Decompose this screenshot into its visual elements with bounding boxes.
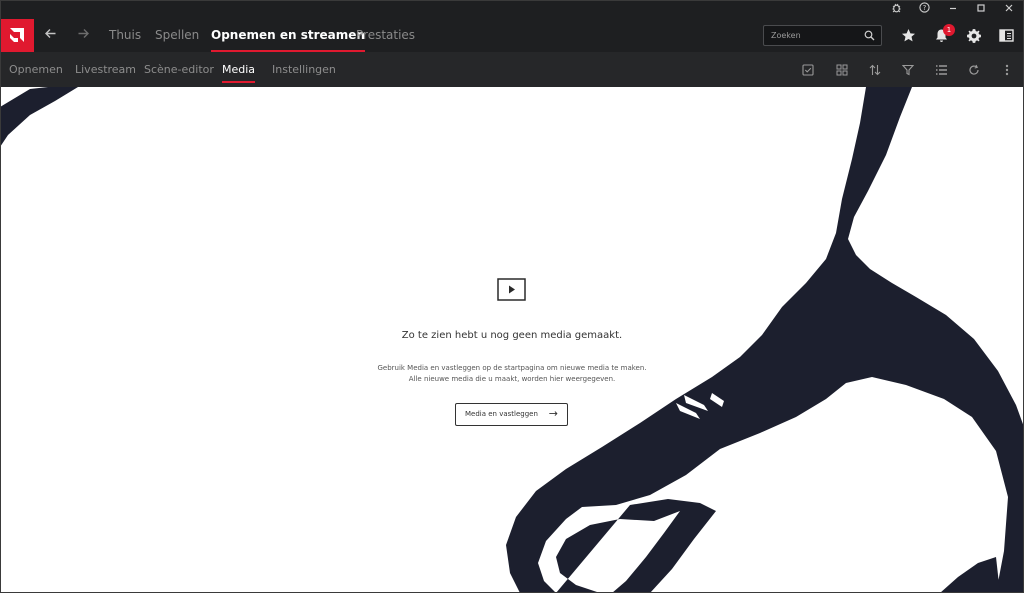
search-box[interactable] xyxy=(763,25,882,46)
panel-toggle-button[interactable] xyxy=(991,19,1021,52)
grid-view-button[interactable] xyxy=(830,52,854,87)
grid-view-icon xyxy=(836,64,848,75)
sub-navigation: Opnemen Livestream Scène-editor Media In… xyxy=(0,52,1024,87)
subtab-media[interactable]: Media xyxy=(222,52,256,87)
more-options-button[interactable] xyxy=(995,52,1019,87)
gear-icon xyxy=(967,28,981,43)
search-input[interactable] xyxy=(771,28,861,43)
empty-state-title: Zo te zien hebt u nog geen media gemaakt… xyxy=(401,330,623,341)
subtab-record[interactable]: Opnemen xyxy=(9,52,63,87)
minimize-icon[interactable] xyxy=(939,0,967,19)
media-capture-button[interactable]: Media en vastleggen → xyxy=(455,403,568,426)
notification-badge: 1 xyxy=(943,24,955,36)
filter-icon xyxy=(902,64,914,75)
media-capture-button-label: Media en vastleggen xyxy=(465,410,538,418)
search-icon[interactable] xyxy=(864,30,875,41)
favorites-button[interactable] xyxy=(893,19,923,52)
nav-tab-home[interactable]: Thuis xyxy=(109,19,141,52)
play-screen-icon xyxy=(497,278,526,301)
select-button[interactable] xyxy=(796,52,820,87)
sort-button[interactable] xyxy=(863,52,887,87)
back-button[interactable] xyxy=(38,19,62,52)
nav-tab-games[interactable]: Spellen xyxy=(155,19,199,52)
amd-logo-icon xyxy=(10,28,24,42)
sidebar-panel-icon xyxy=(998,29,1014,42)
bug-icon[interactable] xyxy=(882,0,910,19)
refresh-icon xyxy=(969,64,979,75)
arrow-left-icon xyxy=(44,29,55,38)
subtab-livestream[interactable]: Livestream xyxy=(75,52,136,87)
main-navigation: Thuis Spellen Opnemen en streamen Presta… xyxy=(0,19,1024,52)
more-icon xyxy=(1005,64,1009,75)
notifications-button[interactable]: 1 xyxy=(926,19,956,52)
nav-tab-record-stream[interactable]: Opnemen en streamen xyxy=(211,19,365,52)
empty-state-description: Gebruik Media en vastleggen op de startp… xyxy=(312,363,712,385)
list-view-button[interactable] xyxy=(929,52,953,87)
help-icon[interactable]: ? xyxy=(910,0,938,19)
amd-logo[interactable] xyxy=(0,19,34,52)
nav-tab-performance[interactable]: Prestaties xyxy=(356,19,415,52)
settings-button[interactable] xyxy=(959,19,989,52)
title-bar: ? xyxy=(0,0,1024,19)
empty-state-description-line: Alle nieuwe media die u maakt, worden hi… xyxy=(408,375,616,383)
forward-button[interactable] xyxy=(71,19,95,52)
media-content-area: Zo te zien hebt u nog geen media gemaakt… xyxy=(0,87,1024,593)
refresh-button[interactable] xyxy=(962,52,986,87)
close-icon[interactable] xyxy=(995,0,1023,19)
select-icon xyxy=(802,63,814,76)
subtab-scene-editor[interactable]: Scène-editor xyxy=(144,52,214,87)
star-icon xyxy=(901,29,915,42)
subtab-settings[interactable]: Instellingen xyxy=(272,52,336,87)
sort-icon xyxy=(869,64,881,75)
svg-text:?: ? xyxy=(922,4,926,12)
arrow-right-icon: → xyxy=(548,407,558,420)
list-view-icon xyxy=(935,64,947,75)
empty-state-description-line: Gebruik Media en vastleggen op de startp… xyxy=(377,364,647,372)
filter-button[interactable] xyxy=(896,52,920,87)
maximize-icon[interactable] xyxy=(967,0,995,19)
arrow-right-icon xyxy=(78,29,89,38)
